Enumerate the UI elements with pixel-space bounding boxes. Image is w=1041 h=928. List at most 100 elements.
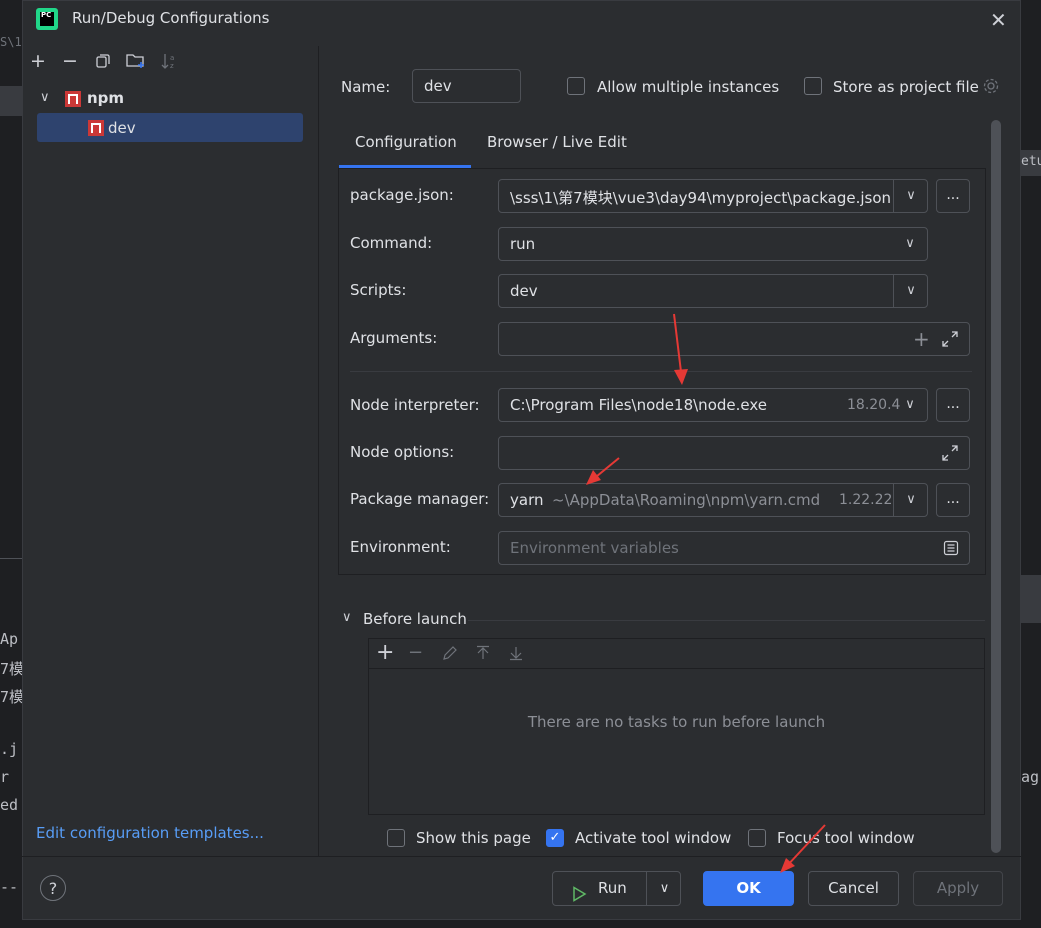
environment-input[interactable]: Environment variables bbox=[498, 531, 970, 565]
empty-tasks-text: There are no tasks to run before launch bbox=[527, 713, 826, 731]
package-manager-value: yarn bbox=[510, 491, 544, 509]
ok-button[interactable]: OK bbox=[703, 871, 794, 906]
browse-package-manager-button[interactable]: ... bbox=[936, 483, 970, 517]
command-label: Command: bbox=[350, 234, 433, 252]
expand-icon[interactable] bbox=[941, 330, 959, 352]
node-interpreter-label: Node interpreter: bbox=[350, 396, 480, 414]
node-options-input[interactable] bbox=[498, 436, 970, 470]
background-divider bbox=[0, 558, 22, 559]
chevron-down-icon[interactable]: ∨ bbox=[893, 180, 928, 212]
tab-configuration[interactable]: Configuration bbox=[355, 133, 457, 151]
scrollbar[interactable] bbox=[991, 120, 1001, 853]
before-launch-label[interactable]: Before launch bbox=[363, 610, 467, 628]
add-icon[interactable]: + bbox=[27, 50, 49, 72]
arguments-input[interactable]: + bbox=[498, 322, 970, 356]
package-manager-select[interactable]: yarn ~\AppData\Roaming\npm\yarn.cmd 1.22… bbox=[498, 483, 928, 517]
edit-templates-link[interactable]: Edit configuration templates... bbox=[36, 824, 264, 842]
tasks-list bbox=[368, 668, 985, 815]
chevron-down-icon[interactable]: ∨ bbox=[893, 389, 927, 421]
background-line: .j bbox=[0, 740, 19, 758]
scripts-field[interactable]: dev ∨ bbox=[498, 274, 928, 308]
form-separator bbox=[350, 371, 972, 372]
apply-button[interactable]: Apply bbox=[913, 871, 1003, 906]
package-json-field[interactable]: \sss\1\第7模块\vue3\day94\myproject\package… bbox=[498, 179, 928, 213]
package-manager-label: Package manager: bbox=[350, 490, 490, 508]
new-folder-icon[interactable] bbox=[125, 50, 147, 72]
node-options-label: Node options: bbox=[350, 443, 455, 461]
name-label: Name: bbox=[341, 78, 391, 96]
browse-package-json-button[interactable]: ... bbox=[936, 179, 970, 213]
background-line: r bbox=[0, 768, 10, 786]
before-launch-separator bbox=[468, 620, 985, 621]
scripts-value: dev bbox=[510, 282, 538, 300]
remove-icon[interactable]: − bbox=[59, 50, 81, 72]
footer-divider bbox=[22, 856, 1021, 857]
play-icon bbox=[571, 881, 587, 914]
tab-browser-live-edit[interactable]: Browser / Live Edit bbox=[487, 133, 627, 151]
edit-icon bbox=[442, 645, 458, 666]
sort-icon[interactable]: az bbox=[158, 50, 180, 72]
allow-multiple-checkbox[interactable] bbox=[567, 77, 585, 95]
copy-icon[interactable] bbox=[92, 50, 114, 72]
store-project-label[interactable]: Store as project file bbox=[833, 78, 979, 96]
chevron-down-icon[interactable]: ∨ bbox=[893, 228, 927, 260]
activate-tool-window-label[interactable]: Activate tool window bbox=[575, 829, 731, 847]
run-button[interactable]: Run ∨ bbox=[552, 871, 681, 906]
pycharm-icon: PC bbox=[36, 8, 58, 30]
chevron-down-icon[interactable]: ∨ bbox=[40, 90, 50, 105]
svg-text:a: a bbox=[170, 54, 174, 62]
add-icon[interactable]: + bbox=[376, 640, 394, 665]
dialog-title: Run/Debug Configurations bbox=[72, 9, 270, 27]
close-icon[interactable]: ✕ bbox=[990, 8, 1007, 32]
store-project-checkbox[interactable] bbox=[804, 77, 822, 95]
background-panel bbox=[1021, 575, 1041, 623]
node-interpreter-select[interactable]: C:\Program Files\node18\node.exe 18.20.4… bbox=[498, 388, 928, 422]
background-line: -- bbox=[0, 878, 19, 896]
tasks-toolbar bbox=[368, 638, 985, 669]
background-line: 7模 bbox=[0, 660, 22, 678]
background-text: ag bbox=[1021, 768, 1040, 786]
chevron-down-icon[interactable]: ∨ bbox=[893, 484, 928, 516]
chevron-down-icon[interactable]: ∨ bbox=[893, 275, 928, 307]
command-select[interactable]: run ∨ bbox=[498, 227, 928, 261]
allow-multiple-label[interactable]: Allow multiple instances bbox=[597, 78, 779, 96]
command-value: run bbox=[510, 235, 536, 253]
show-page-label[interactable]: Show this page bbox=[416, 829, 531, 847]
show-page-checkbox[interactable] bbox=[387, 829, 405, 847]
list-icon[interactable] bbox=[943, 540, 959, 560]
name-input[interactable]: dev bbox=[412, 69, 521, 103]
svg-text:z: z bbox=[170, 62, 174, 70]
package-manager-path: ~\AppData\Roaming\npm\yarn.cmd bbox=[552, 491, 821, 509]
gear-icon[interactable] bbox=[982, 77, 1000, 99]
name-value: dev bbox=[424, 77, 452, 95]
browse-node-button[interactable]: ... bbox=[936, 388, 970, 422]
run-label: Run bbox=[598, 879, 627, 897]
package-json-value: \sss\1\第7模块\vue3\day94\myproject\package… bbox=[510, 189, 892, 207]
chevron-down-icon[interactable]: ∨ bbox=[646, 872, 682, 905]
background-text: S\1\ bbox=[0, 35, 22, 49]
focus-tool-window-label[interactable]: Focus tool window bbox=[777, 829, 915, 847]
focus-tool-window-checkbox[interactable] bbox=[748, 829, 766, 847]
expand-icon[interactable] bbox=[941, 444, 959, 466]
move-up-icon bbox=[475, 645, 491, 666]
environment-label: Environment: bbox=[350, 538, 451, 556]
node-interpreter-value: C:\Program Files\node18\node.exe bbox=[510, 396, 767, 414]
scripts-label: Scripts: bbox=[350, 281, 407, 299]
cancel-button[interactable]: Cancel bbox=[808, 871, 899, 906]
activate-tool-window-checkbox[interactable]: ✓ bbox=[546, 829, 564, 847]
background-selection bbox=[0, 86, 22, 116]
tree-group-npm[interactable]: npm bbox=[87, 89, 124, 107]
help-button[interactable]: ? bbox=[40, 875, 66, 901]
background-text: etu bbox=[1021, 154, 1041, 169]
add-icon[interactable]: + bbox=[913, 327, 930, 351]
ide-background-bottom bbox=[0, 920, 1041, 928]
ide-background-left bbox=[0, 0, 22, 928]
chevron-down-icon[interactable]: ∨ bbox=[342, 610, 352, 625]
package-manager-version: 1.22.22 bbox=[839, 492, 893, 508]
tree-item-dev[interactable] bbox=[37, 113, 303, 142]
remove-icon: − bbox=[408, 642, 424, 663]
background-line: Ap bbox=[0, 630, 19, 648]
package-json-label: package.json: bbox=[350, 186, 454, 204]
tree-item-dev-label[interactable]: dev bbox=[108, 119, 136, 137]
npm-icon bbox=[65, 91, 81, 107]
